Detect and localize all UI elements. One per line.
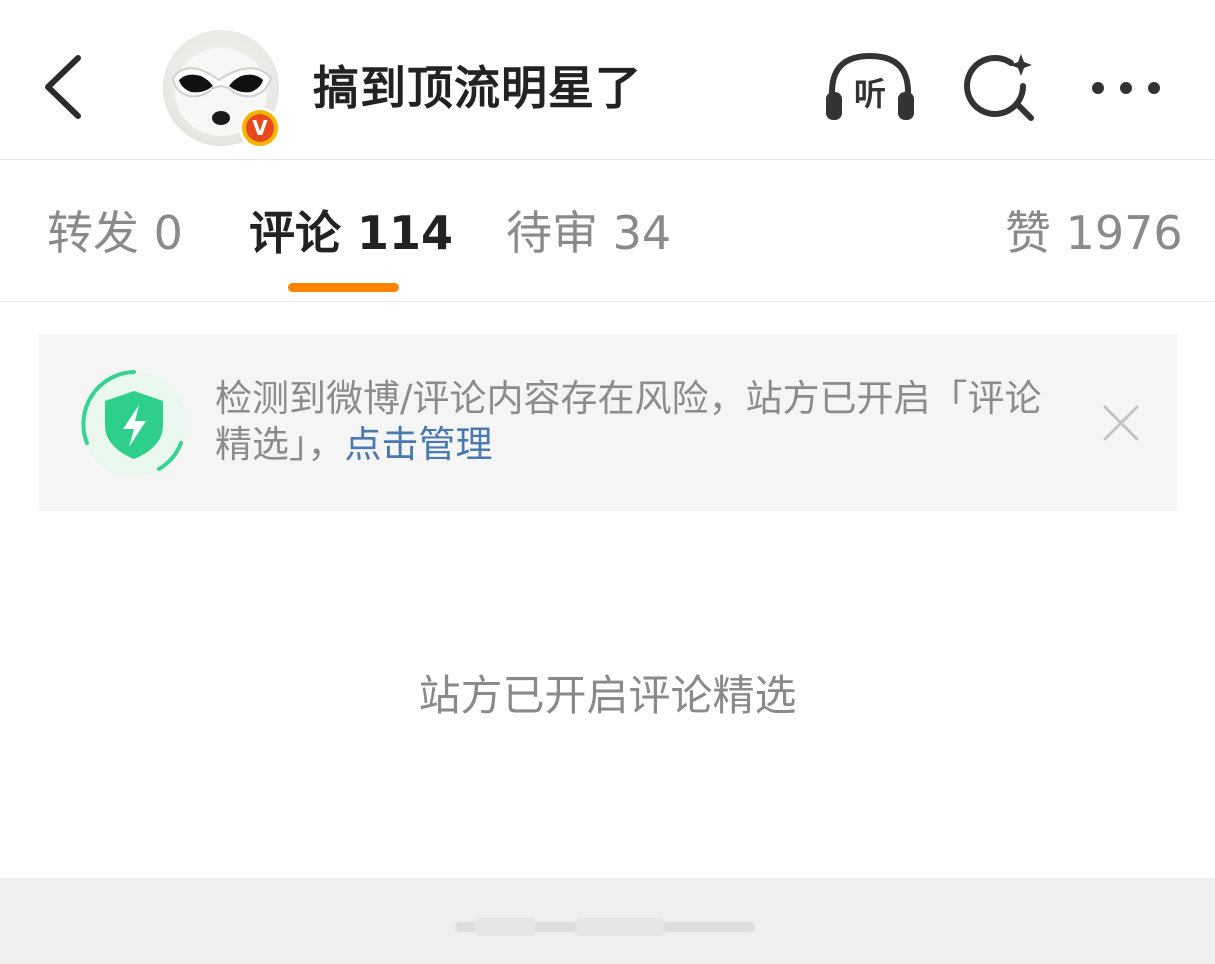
empty-state-message: 站方已开启评论精选 <box>418 671 797 720</box>
back-button[interactable] <box>30 52 100 122</box>
shield-lightning-icon <box>81 370 187 477</box>
verified-v-letter: V <box>246 114 274 142</box>
close-notice-button[interactable] <box>1099 401 1143 445</box>
notice-text: 检测到微博/评论内容存在风险，站方已开启「评论精选」，点击管理 <box>215 376 1065 468</box>
more-dots-icon <box>1092 82 1160 94</box>
search-button[interactable] <box>963 50 1039 126</box>
notice-message: 检测到微博/评论内容存在风险，站方已开启「评论精选」， <box>215 377 1042 466</box>
close-icon <box>1103 405 1139 441</box>
more-button[interactable] <box>1086 66 1166 110</box>
tab-likes[interactable]: 赞 1976 <box>1005 204 1183 262</box>
chevron-left-icon <box>45 55 81 119</box>
verified-badge: V <box>239 107 281 149</box>
top-bar: V 搞到顶流明星了 听 <box>0 0 1215 160</box>
tab-bar: 转发 0 评论 114 待审 34 赞 1976 <box>0 160 1215 302</box>
tab-reposts[interactable]: 转发 0 <box>47 204 183 262</box>
listen-label: 听 <box>853 75 886 113</box>
search-sparkle-icon <box>964 54 1034 121</box>
active-tab-indicator <box>288 283 399 292</box>
tab-comments[interactable]: 评论 114 <box>249 204 453 262</box>
risk-notice-banner: 检测到微博/评论内容存在风险，站方已开启「评论精选」，点击管理 <box>39 334 1177 511</box>
manage-link[interactable]: 点击管理 <box>345 423 493 466</box>
bottom-comment-bar <box>0 878 1215 964</box>
tab-pending[interactable]: 待审 34 <box>506 204 671 262</box>
listen-button[interactable]: 听 <box>822 48 918 126</box>
comment-input-placeholder[interactable] <box>455 916 755 938</box>
page-title: 搞到顶流明星了 <box>313 61 642 115</box>
